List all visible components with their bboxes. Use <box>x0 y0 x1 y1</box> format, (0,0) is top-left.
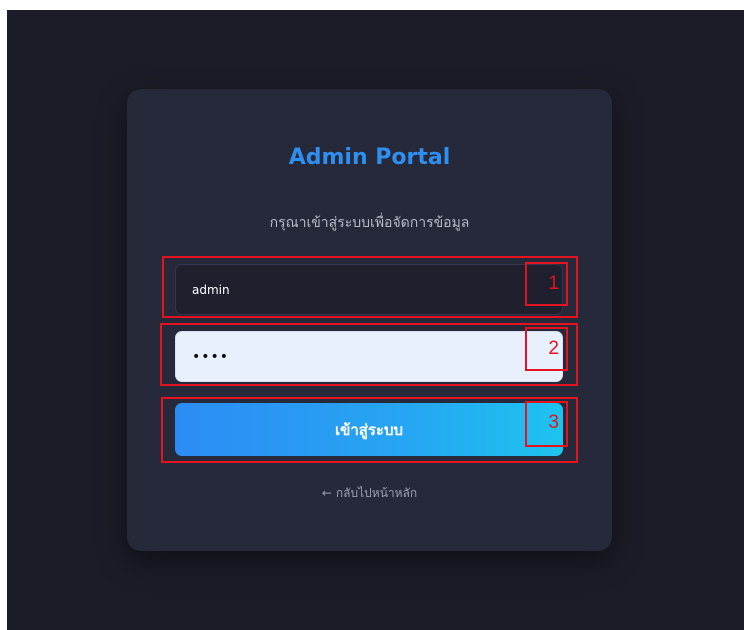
arrow-left-icon: ← <box>321 486 332 500</box>
login-subtitle: กรุณาเข้าสู่ระบบเพื่อจัดการข้อมูล <box>269 215 470 231</box>
username-input[interactable] <box>175 264 563 315</box>
login-button[interactable]: เข้าสู่ระบบ <box>175 403 563 456</box>
portal-title: Admin Portal <box>288 145 451 170</box>
password-input[interactable] <box>175 331 563 382</box>
back-to-home-link[interactable]: ← กลับไปหน้าหลัก <box>127 483 612 503</box>
back-link-label: กลับไปหน้าหลัก <box>335 486 418 500</box>
